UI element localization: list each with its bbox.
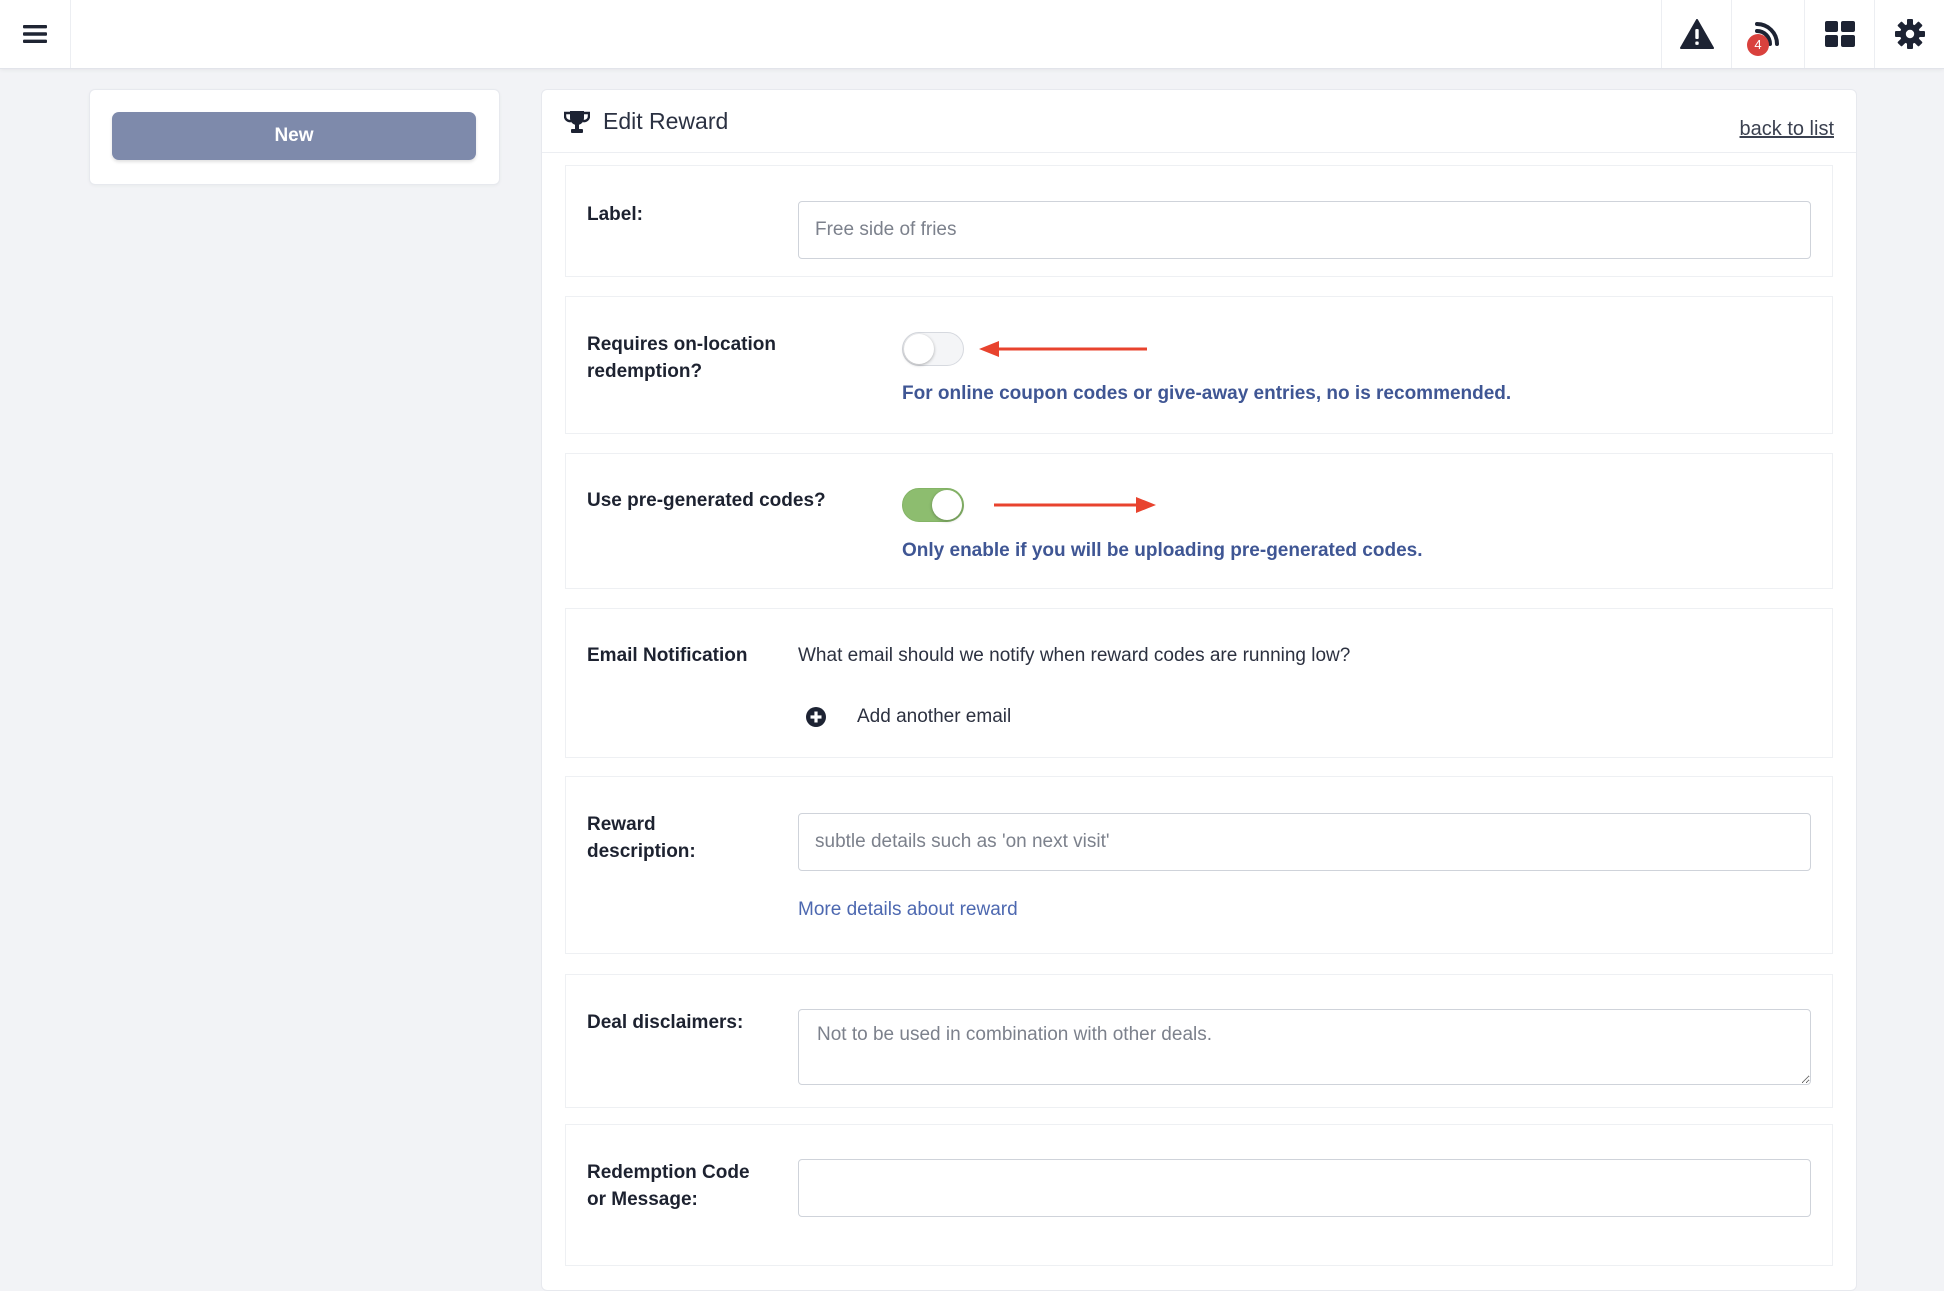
on-location-row: Requires on-location redemption? For onl… (565, 296, 1833, 434)
label-field-label: Label: (587, 204, 643, 225)
label-input[interactable] (798, 201, 1811, 259)
card-header: Edit Reward back to list (542, 90, 1856, 153)
page-title: Edit Reward (603, 108, 729, 134)
back-to-list-link[interactable]: back to list (1740, 118, 1834, 141)
disclaimers-label: Deal disclaimers: (587, 1012, 744, 1033)
gear-icon (1895, 19, 1925, 49)
trophy-icon (564, 111, 590, 133)
disclaimers-row: Deal disclaimers: (565, 974, 1833, 1108)
redemption-input[interactable] (798, 1159, 1811, 1217)
grid-icon (1825, 21, 1855, 47)
apps-button[interactable] (1804, 0, 1875, 68)
pregenerated-toggle[interactable] (902, 488, 964, 522)
pregenerated-hint: Only enable if you will be uploading pre… (902, 540, 1423, 561)
menu-button[interactable] (0, 0, 71, 68)
more-details-link[interactable]: More details about reward (798, 899, 1018, 921)
email-notification-label: Email Notification (587, 645, 748, 666)
hamburger-icon (23, 25, 47, 43)
edit-reward-card: Edit Reward back to list Label: Requires… (541, 89, 1857, 1291)
alerts-button[interactable] (1661, 0, 1732, 68)
notification-badge: 4 (1747, 34, 1769, 56)
description-label-line1: Reward (587, 814, 656, 835)
email-notification-row: Email Notification What email should we … (565, 608, 1833, 758)
description-input[interactable] (798, 813, 1811, 871)
new-button[interactable]: New (112, 112, 476, 160)
left-arrow-icon (979, 341, 1147, 357)
right-arrow-icon (994, 497, 1156, 513)
on-location-label-line1: Requires on-location (587, 334, 776, 355)
toggle-knob (932, 490, 962, 520)
disclaimers-textarea[interactable] (798, 1009, 1811, 1085)
on-location-label-line2: redemption? (587, 361, 703, 382)
description-label-line2: description: (587, 841, 696, 862)
pregenerated-row: Use pre-generated codes? Only enable if … (565, 453, 1833, 589)
redemption-row: Redemption Code or Message: (565, 1124, 1833, 1266)
plus-circle-icon (806, 707, 826, 727)
description-row: Reward description: More details about r… (565, 776, 1833, 954)
email-question: What email should we notify when reward … (798, 645, 1351, 666)
warning-icon (1680, 19, 1714, 49)
top-bar: 4 (0, 0, 1944, 69)
on-location-hint: For online coupon codes or give-away ent… (902, 383, 1512, 404)
redemption-label-line2: or Message: (587, 1189, 698, 1210)
feed-button[interactable]: 4 (1731, 0, 1802, 68)
redemption-label-line1: Redemption Code (587, 1162, 750, 1183)
on-location-toggle[interactable] (902, 332, 964, 366)
pregenerated-label: Use pre-generated codes? (587, 490, 826, 511)
add-email-button[interactable]: Add another email (806, 703, 1011, 731)
sidebar-card: New (89, 89, 500, 185)
add-email-label: Add another email (857, 706, 1012, 727)
toggle-knob (904, 334, 934, 364)
label-row: Label: (565, 165, 1833, 277)
settings-button[interactable] (1874, 0, 1944, 68)
